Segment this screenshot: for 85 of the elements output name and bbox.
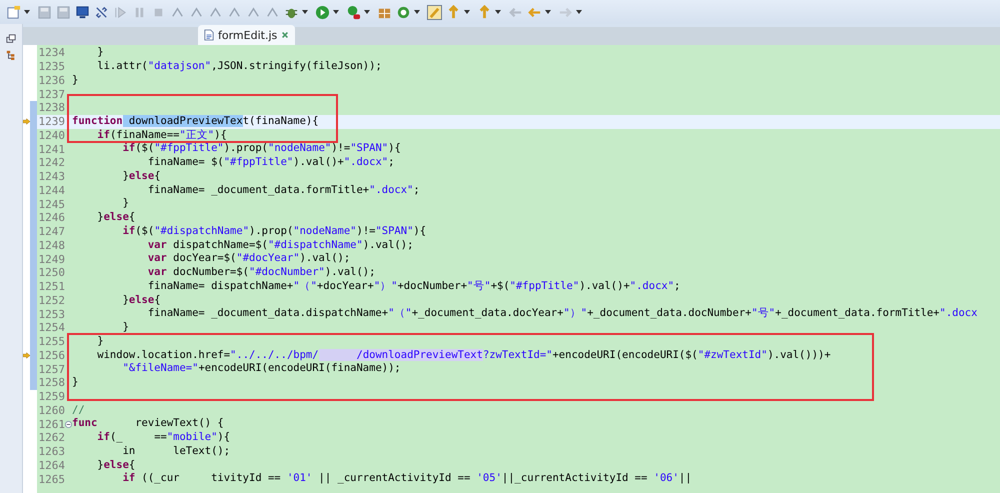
- restore-icon[interactable]: [6, 34, 16, 44]
- line-number: 1243: [38, 170, 65, 184]
- code-line: func reviewText() {: [72, 417, 224, 431]
- link-icon[interactable]: [94, 4, 109, 20]
- dropdown-caret-icon[interactable]: [576, 10, 582, 14]
- code-line: }: [72, 376, 78, 390]
- code-line: }: [72, 74, 78, 88]
- code-line: //: [72, 404, 85, 418]
- refresh-icon[interactable]: [396, 4, 411, 20]
- code-line: var docNumber=$("#docNumber").val();: [146, 266, 376, 280]
- dropdown-caret-icon[interactable]: [414, 10, 420, 14]
- brush-icon[interactable]: [427, 4, 442, 20]
- line-number: 1235: [38, 60, 65, 74]
- line-number: 1259: [38, 390, 65, 404]
- code-line: }else{: [96, 211, 136, 225]
- line-number: 1261: [38, 418, 65, 431]
- code-line: finaName= _document_data.dispatchName+"（"+_document_data.docYear+"）"+_document_data.docNumber+"号"+_document_data.formTitle+".docx: [146, 307, 978, 321]
- line-number: 1241: [38, 142, 65, 156]
- line-number: 1265: [38, 472, 65, 486]
- dropdown-caret-icon[interactable]: [302, 10, 308, 14]
- code-line: if($("#fppTitle").prop("nodeName")!="SPAN"){: [122, 142, 401, 156]
- save-icon[interactable]: [37, 4, 52, 20]
- new-file-icon[interactable]: [6, 4, 21, 20]
- line-number: 1255: [38, 335, 65, 348]
- line-number: 1236: [38, 74, 65, 87]
- dropdown-caret-icon[interactable]: [333, 10, 339, 14]
- line-number: 1244: [38, 184, 65, 197]
- dropdown-caret-icon[interactable]: [24, 10, 30, 14]
- line-number: 1248: [38, 238, 65, 252]
- code-line: }: [96, 46, 104, 60]
- line-number: 1262: [38, 431, 65, 444]
- run-stop-icon[interactable]: [346, 4, 361, 20]
- code-line: }else{: [122, 294, 161, 308]
- line-number: 1263: [38, 445, 65, 458]
- line-number: 1253: [38, 308, 65, 321]
- code-line: var docYear=$("#docYear").val();: [146, 252, 350, 266]
- collapse-icon[interactable]: [65, 420, 72, 428]
- line-number: 1252: [38, 294, 65, 307]
- line-number: 1242: [38, 156, 65, 170]
- code-line: if(finaName=="正文"){: [96, 128, 227, 142]
- line-number: 1240: [38, 128, 65, 142]
- code-line: finaName= dispatchName+"（"+docYear+"）"+docNumber+"号"+$("#fppTitle").val()+".docx";: [146, 280, 680, 294]
- line-number: 1237: [38, 88, 65, 101]
- code-line: finaName= $("#fppTitle").val()+".docx";: [146, 156, 394, 170]
- code-line: if($("#dispatchName").prop("nodeName")!="SPAN"){: [122, 224, 426, 238]
- dropdown-caret-icon[interactable]: [364, 10, 370, 14]
- dropdown-caret-icon[interactable]: [495, 10, 501, 14]
- hierarchy-icon[interactable]: [6, 50, 16, 60]
- editor-tab[interactable]: formEdit.js: [198, 25, 296, 45]
- file-icon: [204, 29, 214, 41]
- line-number: 1245: [38, 198, 65, 211]
- tab-label: formEdit.js: [218, 28, 278, 42]
- line-number: 1247: [38, 225, 65, 238]
- code-line: }: [122, 197, 129, 211]
- dropdown-caret-icon[interactable]: [464, 10, 470, 14]
- line-number: 1254: [38, 321, 65, 334]
- code-line: }: [122, 321, 129, 335]
- line-number: 1251: [38, 280, 65, 294]
- code-line: }else{: [96, 458, 136, 472]
- code-line: window.location.href="../../../bpm/ /downloadPreviewText?zwTextId="+encodeURI(encodeURI($("#zwTextId").val()))+: [96, 348, 831, 362]
- line-number: 1260: [38, 404, 65, 417]
- code-line: var dispatchName=$("#dispatchName").val();: [146, 238, 414, 252]
- code-line: }: [96, 334, 104, 348]
- line-number: 1234: [38, 46, 65, 60]
- code-line: function downloadPreviewText(finaName){: [72, 114, 319, 128]
- line-number: 1257: [38, 362, 65, 376]
- code-line: li.attr("datajson",JSON.stringify(fileJson));: [96, 60, 382, 74]
- line-number: 1264: [38, 458, 65, 472]
- code-line: finaName= _document_data.formTitle+".docx";: [146, 184, 420, 198]
- monitor-icon[interactable]: [75, 4, 90, 20]
- run-icon[interactable]: [315, 4, 330, 20]
- line-number: 1249: [38, 252, 65, 266]
- code-line: if(_ =="mobile"){: [96, 431, 230, 445]
- code-line: }else{: [122, 170, 161, 184]
- line-number: 1250: [38, 266, 65, 280]
- line-number: 1246: [38, 211, 65, 224]
- code-line: "&fileName="+encodeURI(encodeURI(finaName));: [122, 362, 401, 376]
- code-line: if ((_cur tivityId == '01' || _currentActivityId == '05'||_currentActivityId == '06'||: [122, 472, 692, 486]
- close-icon[interactable]: [281, 31, 290, 39]
- line-number: 1238: [38, 101, 65, 114]
- line-number: 1239: [38, 115, 65, 128]
- dropdown-caret-icon[interactable]: [545, 10, 551, 14]
- line-number: 1256: [38, 348, 65, 362]
- code-line: in leText();: [122, 444, 230, 458]
- line-number: 1258: [38, 376, 65, 390]
